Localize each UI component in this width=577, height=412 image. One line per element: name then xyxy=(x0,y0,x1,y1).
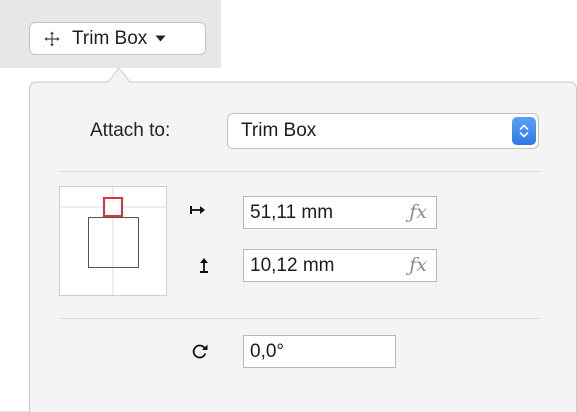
horizontal-offset-field[interactable]: 51,11 mm ƒx xyxy=(243,196,437,229)
rotate-clockwise-icon xyxy=(191,343,209,359)
arrow-up-bar-icon xyxy=(198,257,210,273)
horizontal-fx-button[interactable]: ƒx xyxy=(409,201,427,223)
move-crosshair-icon xyxy=(44,31,60,47)
anchor-selected-point xyxy=(103,197,123,217)
trim-box-button-label: Trim Box xyxy=(72,27,148,49)
anchor-point-selector[interactable] xyxy=(59,186,167,296)
vertical-fx-button[interactable]: ƒx xyxy=(409,254,427,276)
trim-box-menu-button[interactable]: Trim Box xyxy=(29,22,206,55)
arrow-right-bar-icon xyxy=(190,204,206,216)
select-stepper-icon xyxy=(512,117,536,145)
attach-to-select[interactable]: Trim Box xyxy=(227,113,539,149)
vertical-offset-field[interactable]: 10,12 mm ƒx xyxy=(243,249,437,282)
attach-to-value: Trim Box xyxy=(241,120,317,141)
divider xyxy=(59,318,542,319)
triangle-down-icon xyxy=(155,35,166,42)
vertical-offset-value: 10,12 mm xyxy=(250,254,335,276)
divider xyxy=(59,171,542,172)
attach-to-label: Attach to: xyxy=(90,120,171,141)
rotation-field[interactable]: 0,0° xyxy=(243,335,396,368)
rotation-value: 0,0° xyxy=(250,340,285,362)
horizontal-offset-value: 51,11 mm xyxy=(250,201,334,223)
